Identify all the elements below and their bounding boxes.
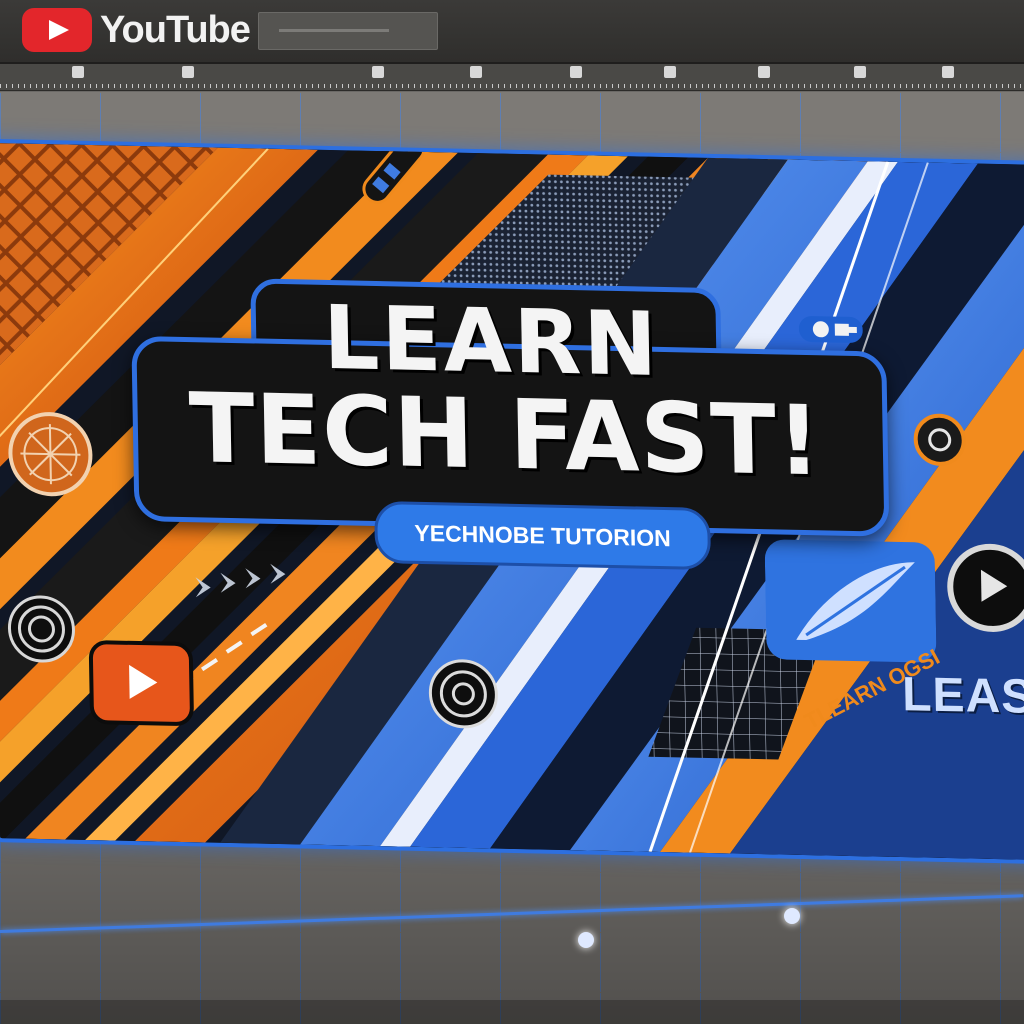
keyframe-node[interactable] [784, 908, 800, 924]
search-input[interactable] [258, 12, 438, 50]
youtube-logo-icon [22, 8, 92, 52]
keyframe-node[interactable] [578, 932, 594, 948]
youtube-play-icon [88, 640, 195, 727]
timeline-marker[interactable] [72, 66, 84, 78]
timeline-marker[interactable] [372, 66, 384, 78]
ruler-scale [0, 84, 1024, 88]
timeline-marker[interactable] [182, 66, 194, 78]
target-icon [7, 595, 75, 663]
lock-icon [798, 316, 863, 343]
title-card: LEARN TECH FAST! YECHNOBE TUTORION [130, 276, 890, 571]
brand-name: YouTube [100, 8, 251, 51]
target-icon [913, 413, 966, 466]
video-title-line2: TECH FAST! [188, 372, 823, 498]
thumbnail-banner[interactable]: TLEARN OGSI LEASI LEARN TECH FAST! YECHN… [0, 138, 1024, 865]
top-bar: YouTube [0, 0, 1024, 64]
banner-side-text: LEASI [901, 668, 1024, 725]
youtube-logo[interactable]: YouTube [22, 8, 251, 52]
timeline-marker[interactable] [758, 66, 770, 78]
target-icon [428, 659, 498, 729]
timeline-ruler[interactable] [0, 64, 1024, 91]
timeline-marker[interactable] [942, 66, 954, 78]
timeline-marker[interactable] [664, 66, 676, 78]
channel-subtitle: YECHNOBE TUTORION [374, 500, 712, 571]
compass-icon [8, 412, 93, 497]
timeline-marker[interactable] [570, 66, 582, 78]
lower-panel [0, 1000, 1024, 1024]
timeline-marker[interactable] [470, 66, 482, 78]
feather-icon [764, 539, 937, 663]
timeline-marker[interactable] [854, 66, 866, 78]
